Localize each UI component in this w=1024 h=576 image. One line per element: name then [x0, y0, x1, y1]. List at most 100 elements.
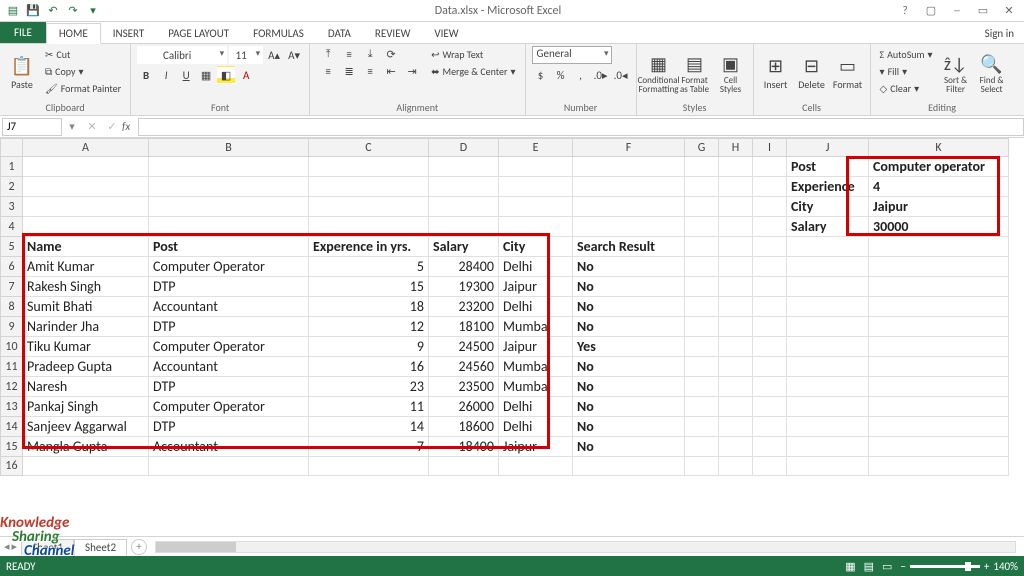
- enter-formula-icon[interactable]: ✓: [102, 120, 122, 133]
- ribbon-toggle-icon[interactable]: ▢: [920, 4, 942, 17]
- format-as-table-button[interactable]: ▤Format as Table: [679, 46, 711, 100]
- tab-view[interactable]: VIEW: [422, 24, 470, 43]
- cell-styles-button[interactable]: ▣Cell Styles: [715, 46, 747, 100]
- tab-pagelayout[interactable]: PAGE LAYOUT: [156, 24, 241, 43]
- find-select-button[interactable]: 🔍Find & Select: [976, 46, 1008, 100]
- font-color-button[interactable]: A: [237, 66, 255, 84]
- table-icon: ▤: [684, 53, 706, 75]
- minimize-icon[interactable]: ─: [946, 4, 968, 17]
- border-button[interactable]: ▦: [197, 66, 215, 84]
- maximize-icon[interactable]: ▭: [972, 4, 994, 17]
- inc-decimal-icon[interactable]: .0▸: [592, 66, 610, 84]
- indent-inc-icon[interactable]: ⇥: [403, 62, 421, 80]
- save-icon[interactable]: 💾: [24, 2, 42, 20]
- cancel-formula-icon[interactable]: ✕: [82, 120, 102, 133]
- merge-center-button[interactable]: ⬌Merge & Center ▾: [428, 63, 518, 79]
- window-title: Data.xlsx - Microsoft Excel: [102, 4, 894, 18]
- view-layout-icon[interactable]: ▤: [864, 560, 874, 573]
- insert-icon: ⊞: [765, 55, 787, 77]
- number-format-select[interactable]: General: [532, 46, 612, 64]
- insert-cells-button[interactable]: ⊞Insert: [760, 46, 792, 100]
- grow-font-icon[interactable]: A▴: [265, 46, 283, 64]
- undo-icon[interactable]: ↶: [44, 2, 62, 20]
- name-box[interactable]: [2, 118, 62, 136]
- tab-home[interactable]: HOME: [46, 23, 101, 44]
- fill-button[interactable]: ▾Fill ▾: [877, 63, 936, 79]
- zoom-control[interactable]: − + 140%: [900, 560, 1018, 573]
- align-mid-icon[interactable]: ≡: [340, 45, 358, 63]
- formula-input[interactable]: [138, 118, 1024, 136]
- find-icon: 🔍: [981, 53, 1003, 75]
- paste-button[interactable]: 📋Paste: [6, 46, 38, 100]
- horizontal-scrollbar[interactable]: [155, 541, 1016, 553]
- redo-icon[interactable]: ↷: [64, 2, 82, 20]
- group-font: Calibri 11 A▴ A▾ B I U ▦ ◧ A Font: [131, 44, 310, 115]
- percent-icon[interactable]: %: [552, 66, 570, 84]
- clear-button[interactable]: ◇Clear ▾: [877, 80, 936, 96]
- tab-insert[interactable]: INSERT: [101, 24, 157, 43]
- zoom-level[interactable]: 140%: [993, 560, 1018, 573]
- add-sheet-button[interactable]: +: [131, 539, 147, 555]
- tab-data[interactable]: DATA: [316, 24, 363, 43]
- sheet-tab-bar: ◂▸ Sheet1 Sheet2 + KnowledgeSharingChann…: [0, 536, 1024, 556]
- tab-review[interactable]: REVIEW: [363, 24, 423, 43]
- cf-icon: ▦: [648, 53, 670, 75]
- view-normal-icon[interactable]: ▦: [845, 560, 855, 573]
- sign-in-link[interactable]: Sign in: [975, 24, 1024, 43]
- dec-decimal-icon[interactable]: .0◂: [612, 66, 630, 84]
- orientation-icon[interactable]: ⟳: [382, 45, 400, 63]
- ribbon: 📋Paste ✂Cut ⧉Copy ▾ 🖌Format Painter Clip…: [0, 44, 1024, 116]
- close-icon[interactable]: ✕: [998, 4, 1020, 17]
- format-painter-button[interactable]: 🖌Format Painter: [42, 80, 124, 96]
- sigma-icon: Σ: [880, 48, 885, 61]
- help-icon[interactable]: ?: [894, 4, 916, 17]
- qat-more-icon[interactable]: ▾: [84, 2, 102, 20]
- status-bar: READY ▦ ▤ ▭ − + 140%: [0, 556, 1024, 576]
- delete-icon: ⊟: [801, 55, 823, 77]
- underline-button[interactable]: U: [177, 66, 195, 84]
- sheet-tab-1[interactable]: Sheet1: [21, 539, 74, 555]
- excel-icon: ▤: [4, 2, 22, 20]
- ribbon-tabs: FILE HOME INSERT PAGE LAYOUT FORMULAS DA…: [0, 22, 1024, 44]
- align-right-icon[interactable]: ≡: [361, 62, 379, 80]
- fill-color-button[interactable]: ◧: [217, 66, 235, 84]
- sheet-nav-last-icon[interactable]: ▸: [12, 540, 18, 553]
- font-size-select[interactable]: 11: [229, 46, 263, 64]
- wrap-icon: ↩: [431, 48, 439, 61]
- tab-formulas[interactable]: FORMULAS: [241, 24, 316, 43]
- indent-dec-icon[interactable]: ⇤: [382, 62, 400, 80]
- sheet-tab-2[interactable]: Sheet2: [74, 539, 127, 556]
- align-left-icon[interactable]: ≡: [319, 62, 337, 80]
- align-top-icon[interactable]: ⤒: [319, 45, 337, 63]
- bold-button[interactable]: B: [137, 66, 155, 84]
- delete-cells-button[interactable]: ⊟Delete: [796, 46, 828, 100]
- comma-icon[interactable]: ,: [572, 66, 590, 84]
- italic-button[interactable]: I: [157, 66, 175, 84]
- currency-icon[interactable]: $: [532, 66, 550, 84]
- fx-icon[interactable]: fx: [122, 120, 138, 133]
- quick-access-toolbar: ▤ 💾 ↶ ↷ ▾: [4, 2, 102, 20]
- copy-button[interactable]: ⧉Copy ▾: [42, 63, 124, 79]
- cut-button[interactable]: ✂Cut: [42, 46, 124, 62]
- fill-icon: ▾: [880, 65, 885, 78]
- align-bot-icon[interactable]: ⤓: [361, 45, 379, 63]
- conditional-formatting-button[interactable]: ▦Conditional Formatting: [643, 46, 675, 100]
- eraser-icon: ◇: [880, 82, 888, 95]
- sort-filter-button[interactable]: ẑ↓Sort & Filter: [940, 46, 972, 100]
- brush-icon: 🖌: [45, 82, 58, 95]
- align-center-icon[interactable]: ≣: [340, 62, 358, 80]
- paste-icon: 📋: [11, 55, 33, 77]
- zoom-out-icon[interactable]: −: [900, 560, 905, 573]
- autosum-button[interactable]: ΣAutoSum ▾: [877, 46, 936, 62]
- view-break-icon[interactable]: ▭: [882, 560, 892, 573]
- sheet-nav-first-icon[interactable]: ◂: [4, 540, 10, 553]
- zoom-in-icon[interactable]: +: [984, 560, 989, 573]
- wrap-text-button[interactable]: ↩Wrap Text: [428, 46, 518, 62]
- worksheet-grid[interactable]: ABCDEFGHIJK1PostComputer operator2Experi…: [0, 138, 1024, 536]
- namebox-dropdown-icon[interactable]: ▾: [62, 120, 82, 133]
- tab-file[interactable]: FILE: [0, 22, 46, 43]
- window-controls: ? ▢ ─ ▭ ✕: [894, 4, 1020, 17]
- format-cells-button[interactable]: ▭Format: [832, 46, 864, 100]
- font-name-select[interactable]: Calibri: [137, 46, 227, 64]
- shrink-font-icon[interactable]: A▾: [285, 46, 303, 64]
